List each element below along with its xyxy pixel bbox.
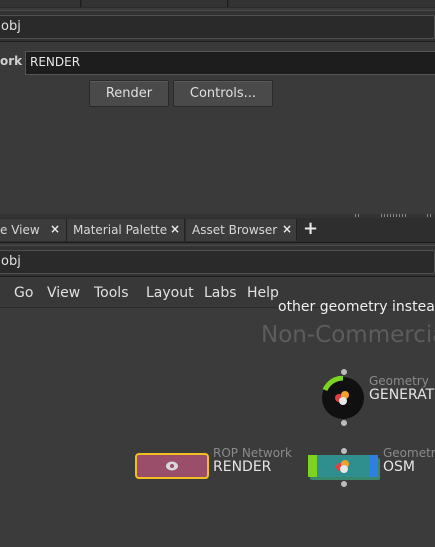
menu-view[interactable]: View xyxy=(47,285,80,301)
controls-button[interactable]: Controls... xyxy=(173,80,273,107)
top-segment xyxy=(82,0,228,7)
network-label: ork xyxy=(0,54,23,68)
generator-node[interactable] xyxy=(321,376,365,420)
menu-layout[interactable]: Layout xyxy=(146,285,194,301)
tab-close-icon[interactable]: × xyxy=(170,222,180,236)
node-type-label: ROP Network xyxy=(213,446,292,460)
tab-close-icon[interactable]: × xyxy=(282,222,292,236)
splitter-grip[interactable] xyxy=(381,214,407,217)
param-path-bar: obj xyxy=(0,10,435,42)
node-name-label: RENDER xyxy=(213,459,272,475)
tab-asset-browser[interactable]: Asset Browser × xyxy=(186,219,297,241)
node-input-connector[interactable] xyxy=(341,448,347,454)
param-path-text: obj xyxy=(1,19,21,34)
splitter-grip[interactable] xyxy=(427,214,431,217)
node-output-connector[interactable] xyxy=(341,481,347,487)
tab-close-icon[interactable]: × xyxy=(50,222,60,236)
param-path-field[interactable]: obj xyxy=(0,15,435,39)
tab-label: Asset Browser xyxy=(192,223,278,237)
tab-label: Material Palette xyxy=(73,223,168,237)
top-segment xyxy=(0,0,81,7)
node-name-label: GENERATOR xyxy=(369,387,435,403)
menu-help[interactable]: Help xyxy=(247,285,279,301)
non-commercial-watermark: Non-Commercial xyxy=(261,322,435,348)
network-warning-text: other geometry instead xyxy=(278,299,435,315)
osm-node[interactable] xyxy=(308,455,382,481)
tab-scene-view[interactable]: e View × xyxy=(0,219,67,241)
add-tab-icon[interactable]: + xyxy=(303,218,318,239)
node-input-connector[interactable] xyxy=(341,369,347,375)
node-type-label: Geometry xyxy=(369,374,429,388)
network-field[interactable]: RENDER xyxy=(25,51,435,75)
tab-label: e View xyxy=(0,223,40,237)
top-segment xyxy=(229,0,435,7)
network-path-bar: obj xyxy=(0,245,435,277)
rop-network-node[interactable] xyxy=(135,453,211,481)
network-path-field[interactable]: obj xyxy=(0,250,435,274)
menu-labs[interactable]: Labs xyxy=(204,285,237,301)
render-button[interactable]: Render xyxy=(89,80,169,107)
network-path-text: obj xyxy=(1,254,21,269)
splitter-grip[interactable] xyxy=(355,214,359,217)
network-field-value: RENDER xyxy=(30,55,81,69)
node-name-label: OSM xyxy=(383,459,415,475)
node-output-connector[interactable] xyxy=(341,420,347,426)
top-strip xyxy=(0,0,435,8)
menu-go[interactable]: Go xyxy=(14,285,33,301)
node-type-label: Geometry xyxy=(383,446,435,460)
menu-tools[interactable]: Tools xyxy=(94,285,129,301)
tab-material-palette[interactable]: Material Palette × xyxy=(67,219,185,241)
